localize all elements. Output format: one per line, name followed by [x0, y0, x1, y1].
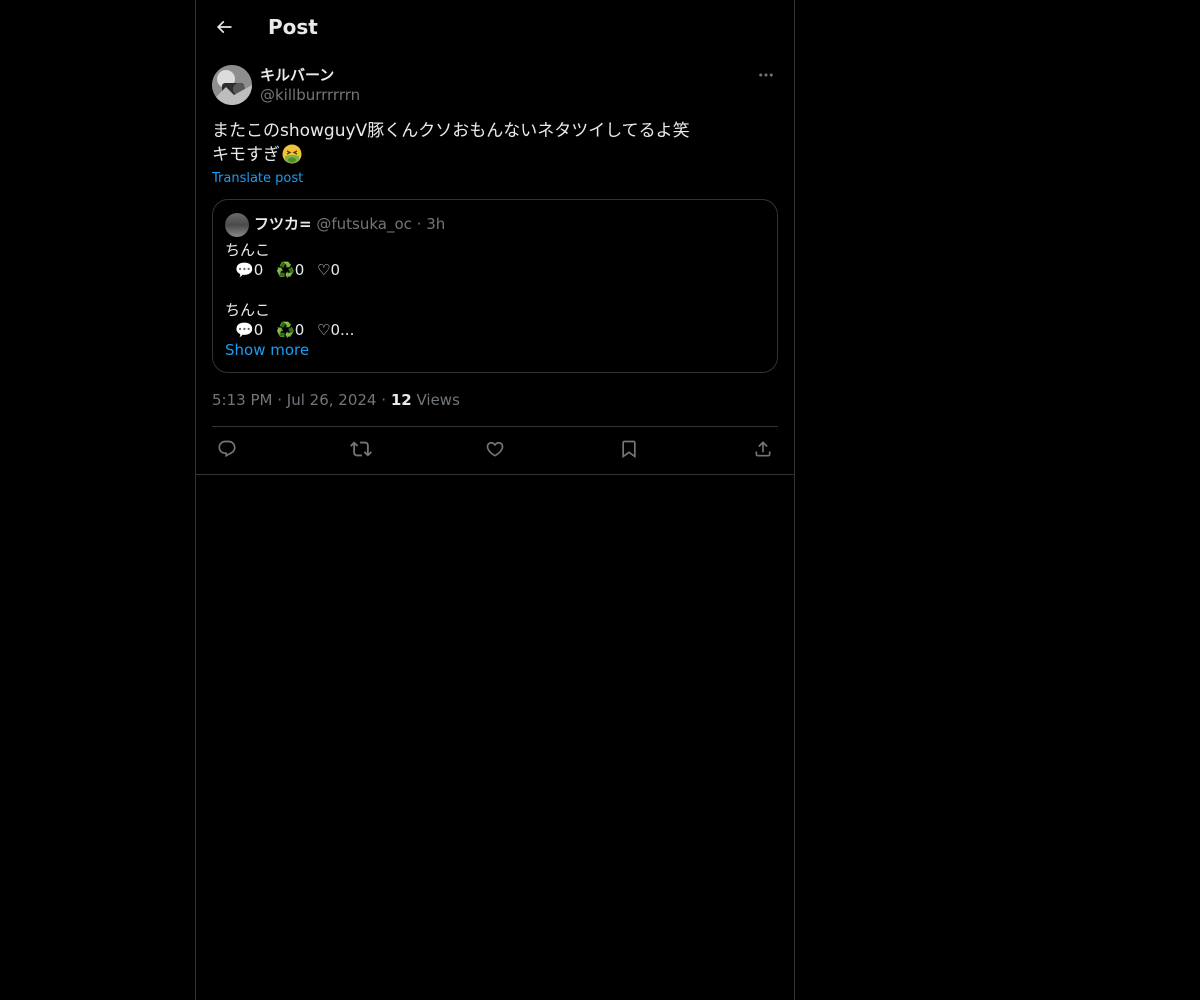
quoted-reply-stat: 💬0 — [235, 261, 264, 279]
speech-bubble-icon: 💬 — [235, 321, 254, 339]
post-date[interactable]: Jul 26, 2024 — [287, 391, 377, 409]
reply-button[interactable] — [216, 438, 238, 460]
action-bar — [212, 436, 778, 464]
quoted-repost-stat: ♻️0 — [276, 261, 305, 279]
quoted-text-line: ちんこ — [225, 241, 271, 259]
bookmark-button[interactable] — [618, 438, 640, 460]
quoted-reply-stat: 💬0 — [235, 321, 264, 339]
quoted-text-line: ちんこ — [225, 301, 271, 319]
heart-outline-icon — [486, 441, 504, 457]
heart-icon: ♡ — [317, 261, 331, 279]
views-count: 12 — [390, 391, 412, 409]
speech-bubble-icon: 💬 — [235, 261, 254, 279]
recycle-icon: ♻️ — [276, 321, 295, 339]
separator: · — [416, 215, 422, 233]
quoted-author-avatar[interactable] — [225, 213, 249, 237]
quoted-like-stat: ♡0 — [317, 261, 341, 279]
author-avatar[interactable] — [212, 65, 252, 105]
heart-icon: ♡ — [317, 321, 331, 339]
author-name[interactable]: キルバーン — [260, 65, 334, 85]
bookmark-icon — [622, 440, 636, 459]
reply-icon — [218, 440, 236, 458]
main-column: Post キルバーン @killburrrrrrn またこのshowguyV豚く… — [195, 0, 795, 1000]
post-time[interactable]: 5:13 PM — [212, 391, 272, 409]
post-meta: 5:13 PM · Jul 26, 2024 · 12 Views — [212, 390, 460, 410]
post-text-line-2: キモすぎ — [212, 143, 778, 167]
quoted-stats-line: 💬0 ♻️0 ♡0 — [235, 260, 348, 280]
separator: · — [381, 391, 387, 409]
repost-icon — [350, 441, 372, 457]
post-text-line: またこのshowguyV豚くんクソおもんないネタツイしてるよ笑 — [212, 121, 690, 141]
translate-post-link[interactable]: Translate post — [212, 171, 303, 187]
post-text-line: キモすぎ — [212, 145, 280, 165]
quoted-post[interactable]: フツカ= @futsuka_oc · 3h ちんこ 💬0 ♻️0 ♡0 ちんこ … — [212, 199, 778, 373]
share-button[interactable] — [752, 438, 774, 460]
recycle-icon: ♻️ — [276, 261, 295, 279]
author-handle[interactable]: @killburrrrrrn — [260, 85, 360, 105]
post-text: またこのshowguyV豚くんクソおもんないネタツイしてるよ笑 キモすぎ — [212, 119, 778, 167]
share-icon — [755, 441, 771, 457]
more-options-button[interactable] — [754, 64, 778, 86]
divider — [212, 426, 778, 427]
quoted-author-handle[interactable]: @futsuka_oc — [316, 215, 412, 233]
page-title: Post — [268, 15, 318, 39]
face-vomiting-icon — [282, 144, 302, 164]
quoted-stats-line: 💬0 ♻️0 ♡0... — [235, 320, 362, 340]
show-more-link[interactable]: Show more — [225, 340, 309, 360]
avatar-image — [212, 65, 252, 105]
quoted-repost-stat: ♻️0 — [276, 321, 305, 339]
repost-button[interactable] — [350, 438, 372, 460]
views-label: Views — [416, 391, 460, 409]
quoted-post-age: 3h — [426, 215, 446, 233]
quoted-post-header: フツカ= @futsuka_oc · 3h — [254, 214, 445, 234]
like-button[interactable] — [484, 438, 506, 460]
quoted-like-stat: ♡0... — [317, 321, 355, 339]
back-button[interactable] — [208, 11, 240, 43]
quoted-author-name[interactable]: フツカ= — [254, 215, 312, 233]
post-bottom-border — [196, 474, 794, 475]
arrow-left-icon — [216, 20, 232, 34]
separator: · — [277, 391, 283, 409]
more-horizontal-icon — [759, 73, 773, 77]
top-bar: Post — [196, 0, 794, 53]
